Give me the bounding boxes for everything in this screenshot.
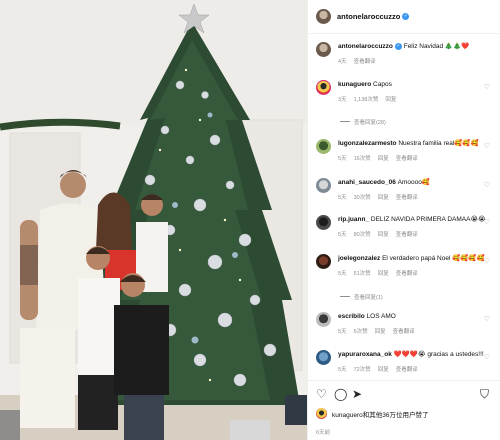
author-avatar[interactable] bbox=[316, 9, 331, 24]
comment-likes[interactable]: 80次赞 bbox=[354, 230, 371, 238]
translate-link[interactable]: 查看翻译 bbox=[396, 154, 418, 162]
christmas-family-photo bbox=[0, 0, 307, 440]
commenter-avatar[interactable] bbox=[316, 80, 331, 95]
liker-avatar[interactable] bbox=[316, 408, 327, 419]
reply-link[interactable]: 回复 bbox=[378, 365, 389, 373]
likes-text[interactable]: kunaguero和其他36万位用户赞了 bbox=[332, 409, 428, 419]
comment-icon[interactable]: ◯ bbox=[334, 388, 347, 400]
comment-likes[interactable]: 6次赞 bbox=[354, 327, 368, 335]
translate-link[interactable]: 查看翻译 bbox=[396, 230, 418, 238]
comment-item: kunaguero Capos 3天 1,138次赞 回复 ♡ bbox=[316, 80, 496, 103]
translate-link[interactable]: 查看翻译 bbox=[396, 365, 418, 373]
translate-link[interactable]: 查看翻译 bbox=[393, 327, 415, 335]
caption-text: Feliz Navidad bbox=[403, 43, 444, 50]
commenter-avatar[interactable] bbox=[316, 215, 331, 230]
heart-icon[interactable]: ♡ bbox=[484, 353, 490, 361]
comment-time: 3天 bbox=[338, 97, 347, 103]
reply-link[interactable]: 回复 bbox=[378, 230, 389, 238]
reply-link[interactable]: 回复 bbox=[375, 327, 386, 335]
comment-username[interactable]: kunaguero bbox=[338, 81, 371, 88]
comment-username[interactable]: rip.juann_ bbox=[338, 216, 369, 223]
family-group bbox=[20, 170, 169, 440]
comment-item: escribilo LOS AMO 5天 6次赞 回复 查看翻译 ♡ bbox=[316, 312, 496, 335]
replies-divider bbox=[340, 296, 350, 297]
reply-link[interactable]: 回复 bbox=[378, 269, 389, 277]
comment-likes[interactable]: 51次赞 bbox=[354, 269, 371, 277]
comment-username[interactable]: lugonzalezarmesto bbox=[338, 140, 397, 147]
commenter-avatar[interactable] bbox=[316, 312, 331, 327]
comment-username[interactable]: escribilo bbox=[338, 313, 365, 320]
comment-text: LOS AMO bbox=[366, 313, 396, 320]
heart-icon[interactable]: ♡ bbox=[484, 257, 490, 265]
comment-time: 5天 bbox=[338, 156, 347, 162]
comment-likes[interactable]: 16次赞 bbox=[354, 154, 371, 162]
commenter-avatar[interactable] bbox=[316, 139, 331, 154]
like-heart-icon[interactable]: ♡ bbox=[316, 388, 327, 400]
comment-item: lugonzalezarmesto Nuestra familia real🥰🥰… bbox=[316, 139, 496, 162]
bookmark-icon[interactable]: ⛉ bbox=[480, 388, 489, 400]
translate-link[interactable]: 查看翻译 bbox=[396, 193, 418, 201]
comment-item: joelegonzalez El verdadero papá Noel 🥰🥰🥰… bbox=[316, 254, 496, 277]
caption: antonelaroccuzzo ✓ Feliz Navidad 🎄🎄❤️ 4天 … bbox=[316, 42, 496, 65]
translate-link[interactable]: 查看翻译 bbox=[396, 269, 418, 277]
comment-username[interactable]: anahi_saucedo_06 bbox=[338, 179, 396, 186]
comment-username[interactable]: joelegonzalez bbox=[338, 255, 380, 262]
view-replies-label[interactable]: 查看回复(1) bbox=[354, 295, 383, 301]
view-replies[interactable]: 查看回复(28) bbox=[340, 118, 386, 126]
comment-item: rip.juann_ DELIZ NAVIDA PRIMERA DAMAA😭😭 … bbox=[316, 215, 496, 238]
comment-text: ❤️❤️❤️😭 gracias a ustedes!!! bbox=[393, 351, 484, 358]
comment-text: Nuestra familia real🥰🥰🥰 bbox=[398, 140, 479, 147]
action-bar: ♡ ◯ ➤ ⛉ bbox=[308, 380, 500, 400]
heart-icon[interactable]: ♡ bbox=[484, 218, 490, 226]
verified-badge-icon: ✓ bbox=[402, 13, 410, 20]
comment-time: 5天 bbox=[338, 271, 347, 277]
comment-text: DELIZ NAVIDA PRIMERA DAMAA😭😭 bbox=[370, 216, 486, 223]
reply-link[interactable]: 回复 bbox=[378, 154, 389, 162]
caption-time: 4天 bbox=[338, 59, 347, 65]
heart-icon[interactable]: ♡ bbox=[484, 83, 490, 91]
replies-divider bbox=[340, 121, 350, 122]
post-photo[interactable] bbox=[0, 0, 307, 440]
commenter-avatar[interactable] bbox=[316, 178, 331, 193]
comment-likes[interactable]: 72次赞 bbox=[354, 365, 371, 373]
comment-username[interactable]: yapuraroxana_ok bbox=[338, 351, 392, 358]
heart-icon[interactable]: ♡ bbox=[484, 315, 490, 323]
comment-time: 5天 bbox=[338, 367, 347, 373]
comment-time: 5天 bbox=[338, 232, 347, 238]
view-replies[interactable]: 查看回复(1) bbox=[340, 293, 383, 301]
verified-badge-icon: ✓ bbox=[394, 43, 402, 50]
post-time: 6天前 bbox=[316, 430, 331, 436]
commenter-avatar[interactable] bbox=[316, 350, 331, 365]
comment-item: yapuraroxana_ok ❤️❤️❤️😭 gracias a ustede… bbox=[316, 350, 496, 373]
caption-meta: 4天 查看翻译 bbox=[338, 57, 493, 65]
caption-emoji: 🎄🎄❤️ bbox=[444, 43, 470, 50]
comment-text: Amoooo🥰 bbox=[397, 179, 430, 186]
caption-avatar[interactable] bbox=[316, 42, 331, 57]
comment-time: 5天 bbox=[338, 329, 347, 335]
reply-link[interactable]: 回复 bbox=[378, 193, 389, 201]
heart-icon[interactable]: ♡ bbox=[484, 181, 490, 189]
comment-text: El verdadero papá Noel 🥰🥰🥰🥰 bbox=[382, 255, 485, 262]
comment-text: Capos bbox=[373, 81, 392, 88]
comment-item: anahi_saucedo_06 Amoooo🥰 5天 30次赞 回复 查看翻译… bbox=[316, 178, 496, 201]
caption-username[interactable]: antonelaroccuzzo bbox=[338, 43, 393, 50]
reply-link[interactable]: 回复 bbox=[385, 95, 396, 103]
heart-icon[interactable]: ♡ bbox=[484, 142, 490, 150]
likes-summary: kunaguero和其他36万位用户赞了 bbox=[316, 408, 428, 419]
comment-time: 5天 bbox=[338, 195, 347, 201]
comment-likes[interactable]: 30次赞 bbox=[354, 193, 371, 201]
view-replies-label[interactable]: 查看回复(28) bbox=[354, 120, 386, 126]
post-detail-panel: antonelaroccuzzo ✓ antonelaroccuzzo ✓ Fel… bbox=[307, 0, 500, 440]
commenter-avatar[interactable] bbox=[316, 254, 331, 269]
comment-likes[interactable]: 1,138次赞 bbox=[354, 95, 379, 103]
share-icon[interactable]: ➤ bbox=[352, 388, 362, 400]
translate-link[interactable]: 查看翻译 bbox=[354, 57, 376, 65]
author-username[interactable]: antonelaroccuzzo bbox=[337, 12, 400, 21]
post-header: antonelaroccuzzo ✓ bbox=[308, 0, 500, 34]
